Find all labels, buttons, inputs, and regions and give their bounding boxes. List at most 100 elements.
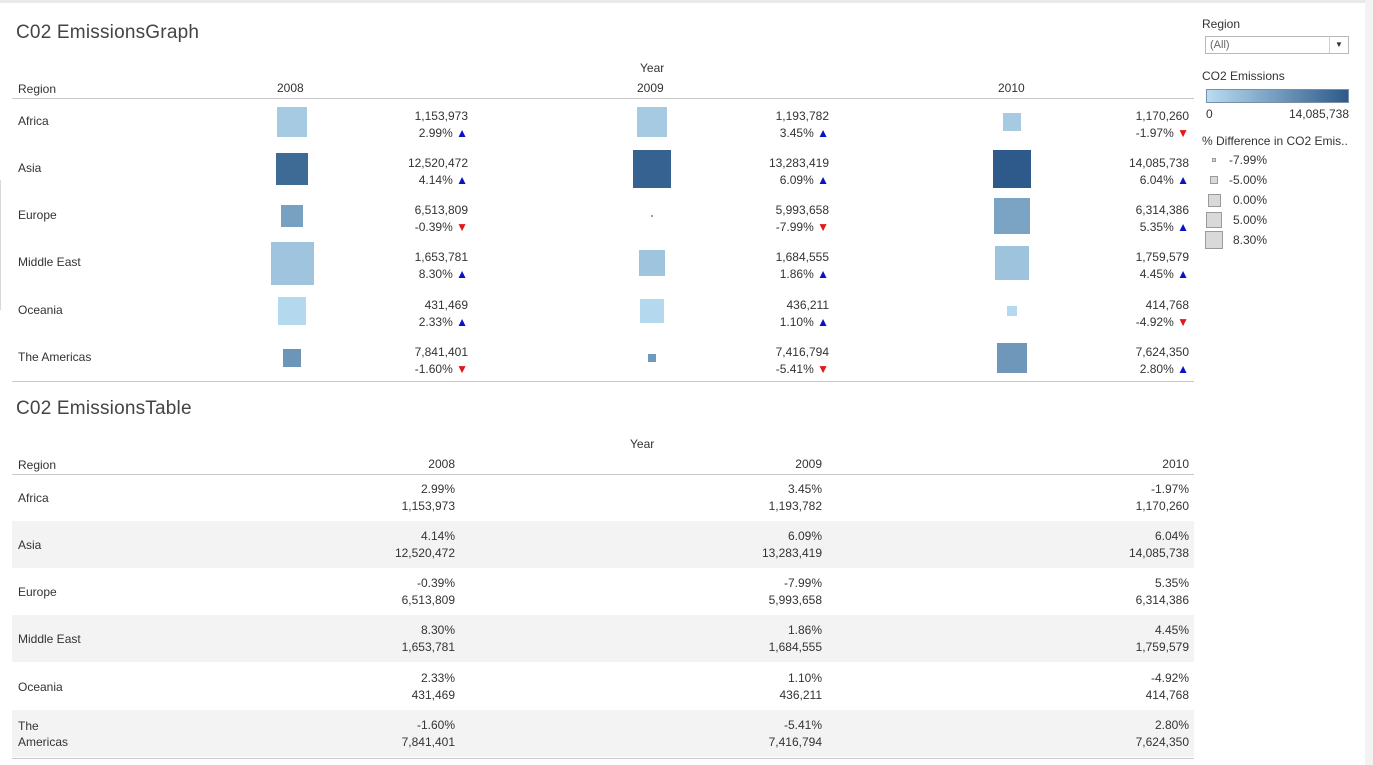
emission-square[interactable]: [639, 298, 665, 324]
table-cell-pct: -7.99%: [783, 576, 822, 590]
triangle-up-icon: ▲: [817, 315, 829, 329]
table-cell: 6.09% 13,283,419: [702, 528, 822, 562]
graph-row-region: Oceania: [18, 303, 63, 317]
table-cell: 2.33% 431,469: [335, 670, 455, 704]
table-cell-emission: 5,993,658: [768, 593, 822, 607]
graph-cell-emission: 1,684,555: [775, 250, 829, 264]
graph-cell-pct-line: 1.86% ▲: [709, 266, 829, 283]
triangle-up-icon: ▲: [817, 267, 829, 281]
triangle-down-icon: ▼: [456, 220, 468, 234]
emission-square[interactable]: [997, 343, 1027, 373]
emission-square[interactable]: [278, 297, 306, 325]
table-year-2008: 2008: [428, 457, 455, 471]
graph-cell-pct-line: 2.33% ▲: [348, 314, 468, 331]
table-cell: -7.99% 5,993,658: [702, 575, 822, 609]
graph-row-region: Africa: [18, 114, 49, 128]
size-legend-label: 5.00%: [1233, 213, 1268, 227]
graph-row-region: Middle East: [18, 255, 81, 269]
table-cell-pct: 6.09%: [787, 529, 822, 543]
graph-cell-emission: 7,841,401: [414, 345, 468, 359]
table-cell-pct: 1.10%: [787, 671, 822, 685]
table-cell-pct: 2.80%: [1154, 718, 1189, 732]
graph-cell-values: 1,170,260 -1.97% ▼: [1069, 108, 1189, 142]
emission-square[interactable]: [1003, 113, 1021, 131]
table-cell-emission: 1,170,260: [1135, 499, 1189, 513]
triangle-up-icon: ▲: [456, 267, 468, 281]
graph-cell-pct-line: 5.35% ▲: [1069, 219, 1189, 236]
emission-square[interactable]: [1007, 306, 1017, 316]
triangle-down-icon: ▼: [1177, 315, 1189, 329]
graph-row-region: Europe: [18, 208, 57, 222]
graph-cell-values: 1,684,555 1.86% ▲: [709, 249, 829, 283]
table-cell-pct: 4.14%: [420, 529, 455, 543]
table-cell-pct: 6.04%: [1154, 529, 1189, 543]
graph-year-2008: 2008: [277, 81, 304, 95]
graph-cell-pct: 2.80%: [1139, 362, 1178, 376]
graph-cell-emission: 7,624,350: [1135, 345, 1189, 359]
graph-cell-pct: 4.45%: [1139, 267, 1178, 281]
graph-cell-values: 5,993,658 -7.99% ▼: [709, 202, 829, 236]
table-cell: 6.04% 14,085,738: [1069, 528, 1189, 562]
table-cell-emission: 1,759,579: [1135, 640, 1189, 654]
graph-cell-pct-line: -0.39% ▼: [348, 219, 468, 236]
graph-cell-emission: 431,469: [424, 298, 468, 312]
graph-cell-pct-line: 6.09% ▲: [709, 172, 829, 189]
emission-square[interactable]: [993, 150, 1031, 188]
graph-cell-pct: 1.86%: [779, 267, 818, 281]
emission-square[interactable]: [281, 205, 303, 227]
graph-cell-emission: 1,759,579: [1135, 250, 1189, 264]
table-cell-pct: 2.33%: [420, 671, 455, 685]
table-cell-pct: 3.45%: [787, 482, 822, 496]
table-cell-emission: 6,513,809: [401, 593, 455, 607]
table-cell-emission: 14,085,738: [1128, 546, 1189, 560]
graph-cell-pct-line: 2.99% ▲: [348, 125, 468, 142]
region-filter-dropdown[interactable]: (All) ▼: [1205, 36, 1349, 54]
emission-square[interactable]: [647, 353, 657, 363]
table-cell: 3.45% 1,193,782: [702, 481, 822, 515]
color-legend-title: CO2 Emissions: [1202, 69, 1285, 83]
emission-square[interactable]: [633, 150, 671, 188]
graph-cell-pct-line: -1.97% ▼: [1069, 125, 1189, 142]
emission-square[interactable]: [270, 241, 314, 285]
table-cell: 2.99% 1,153,973: [335, 481, 455, 515]
table-header-divider: [12, 474, 1194, 475]
graph-cell-pct: 1.10%: [779, 315, 818, 329]
emission-square[interactable]: [995, 246, 1029, 280]
graph-cell-emission: 14,085,738: [1128, 156, 1189, 170]
triangle-up-icon: ▲: [817, 173, 829, 187]
emission-square[interactable]: [636, 106, 668, 138]
graph-cell-pct: -1.97%: [1135, 126, 1178, 140]
emission-square[interactable]: [651, 215, 653, 217]
emission-square[interactable]: [638, 249, 666, 277]
graph-cell-pct-line: 3.45% ▲: [709, 125, 829, 142]
left-edge-marker: [0, 180, 7, 310]
graph-cell-pct: 8.30%: [418, 267, 457, 281]
graph-title: C02 EmissionsGraph: [16, 22, 200, 43]
table-cell-pct: 8.30%: [420, 623, 455, 637]
chevron-down-icon[interactable]: ▼: [1329, 37, 1348, 53]
triangle-down-icon: ▼: [817, 220, 829, 234]
graph-cell-pct: -1.60%: [414, 362, 457, 376]
table-title: C02 EmissionsTable: [16, 398, 192, 419]
graph-cell-pct-line: 6.04% ▲: [1069, 172, 1189, 189]
triangle-down-icon: ▼: [817, 362, 829, 376]
emission-square[interactable]: [994, 198, 1030, 234]
graph-cell-emission: 12,520,472: [407, 156, 468, 170]
emission-square[interactable]: [275, 152, 309, 186]
graph-bottom-divider: [12, 381, 1194, 382]
triangle-down-icon: ▼: [456, 362, 468, 376]
graph-cell-values: 13,283,419 6.09% ▲: [709, 155, 829, 189]
table-year-2010: 2010: [1162, 457, 1189, 471]
graph-cell-emission: 6,314,386: [1135, 203, 1189, 217]
scrollbar[interactable]: [1365, 0, 1373, 765]
table-cell-emission: 1,653,781: [401, 640, 455, 654]
size-legend-label: -7.99%: [1229, 153, 1268, 167]
table-year-label: Year: [630, 437, 655, 451]
emission-square[interactable]: [277, 107, 307, 137]
graph-cell-pct-line: 4.45% ▲: [1069, 266, 1189, 283]
size-legend-square: [1205, 231, 1223, 249]
table-cell-emission: 12,520,472: [394, 546, 455, 560]
emission-square[interactable]: [282, 348, 302, 368]
table-cell-emission: 7,841,401: [401, 735, 455, 749]
size-legend-title: % Difference in CO2 Emis..: [1202, 134, 1348, 148]
